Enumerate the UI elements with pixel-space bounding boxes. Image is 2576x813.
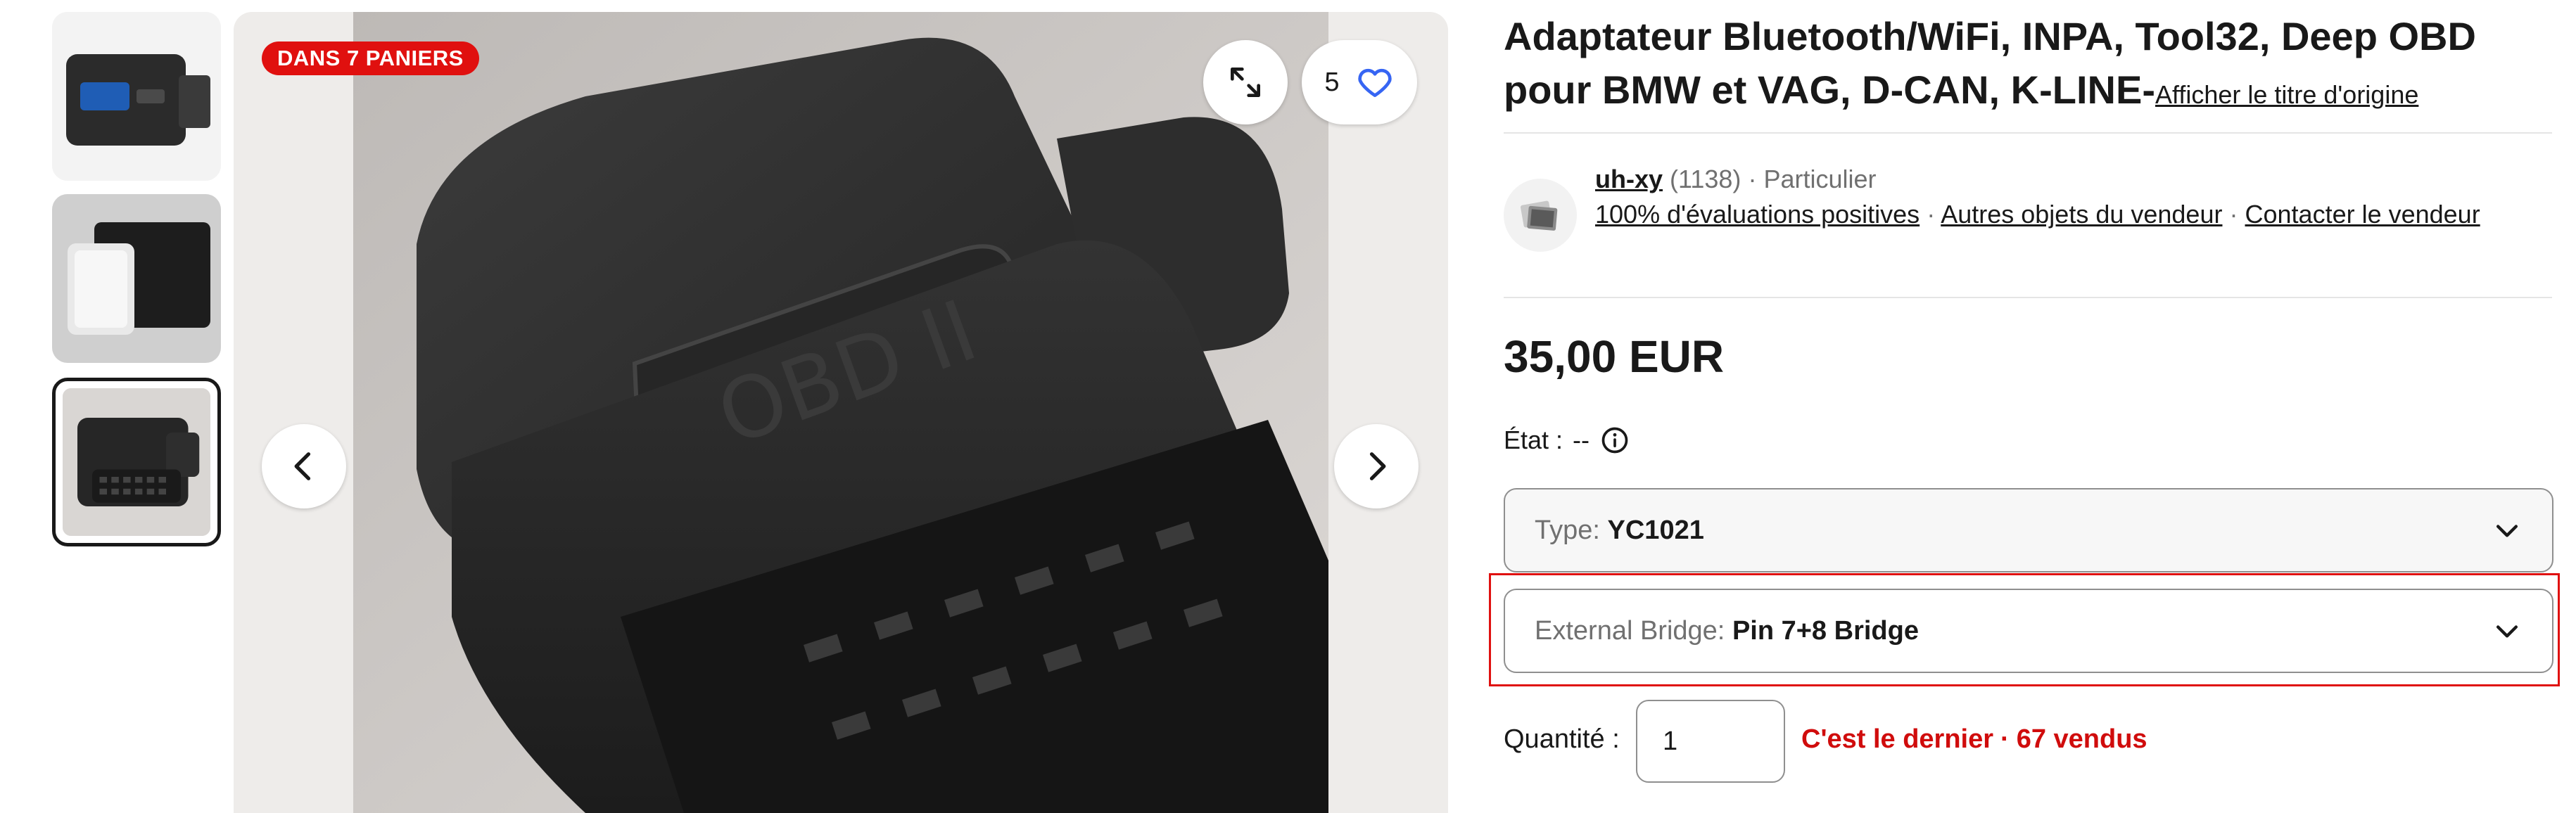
external-bridge-select-value: Pin 7+8 Bridge — [1732, 615, 1919, 646]
thumbnail-1[interactable] — [52, 12, 221, 181]
watch-button[interactable]: 5 — [1302, 40, 1417, 124]
other-items-link[interactable]: Autres objets du vendeur — [1941, 200, 2222, 229]
seller-feedback-count: (1138) — [1670, 165, 1741, 193]
previous-image-button[interactable] — [262, 424, 346, 508]
thumbnail-3-selected[interactable] — [52, 378, 221, 546]
chevron-left-icon — [294, 452, 311, 480]
show-original-title-link[interactable]: Afficher le titre d'origine — [2155, 80, 2418, 109]
separator: · — [2229, 200, 2238, 229]
expand-image-button[interactable] — [1203, 40, 1288, 124]
chevron-down-icon — [2496, 525, 2518, 537]
heart-icon — [1357, 68, 1392, 98]
seller-info: uh-xy (1138) · Particulier 100% d'évalua… — [1595, 162, 2531, 232]
thumbnail-1-image — [52, 12, 221, 181]
expand-icon — [1231, 68, 1260, 98]
separator: · — [2000, 724, 2010, 754]
divider — [1504, 297, 2552, 298]
last-item-text: C'est le dernier — [1801, 724, 1994, 754]
thumbnail-2[interactable] — [52, 194, 221, 363]
type-select[interactable]: Type: YC1021 — [1504, 488, 2553, 572]
main-product-image[interactable]: OBD II DANS 7 PANIERS 5 — [234, 12, 1448, 813]
info-icon[interactable] — [1599, 425, 1630, 456]
external-bridge-select-label: External Bridge: — [1535, 615, 1725, 646]
product-photo: OBD II — [353, 12, 1328, 813]
contact-seller-link[interactable]: Contacter le vendeur — [2245, 200, 2480, 229]
photo-placeholder-icon — [1520, 200, 1558, 231]
seller-type: Particulier — [1763, 165, 1877, 193]
product-title: Adaptateur Bluetooth/WiFi, INPA, Tool32,… — [1504, 10, 2559, 122]
thumbnail-3-image — [63, 388, 210, 536]
chevron-right-icon — [1369, 452, 1386, 480]
condition-label: État : — [1504, 425, 1563, 454]
positive-feedback-link[interactable]: 100% d'évaluations positives — [1595, 200, 1920, 229]
separator: · — [1927, 200, 1936, 229]
external-bridge-select[interactable]: External Bridge: Pin 7+8 Bridge — [1504, 589, 2553, 673]
divider — [1504, 132, 2552, 134]
in-carts-badge: DANS 7 PANIERS — [262, 41, 479, 75]
sold-count: 67 vendus — [2016, 724, 2147, 754]
next-image-button[interactable] — [1334, 424, 1419, 508]
condition-row: État : -- — [1504, 425, 1630, 456]
quantity-input[interactable]: 1 — [1636, 700, 1785, 783]
type-select-value: YC1021 — [1607, 515, 1704, 545]
thumbnail-2-image — [52, 194, 221, 363]
quantity-label: Quantité : — [1504, 724, 1620, 754]
type-select-label: Type: — [1535, 515, 1600, 545]
chevron-down-icon — [2496, 625, 2518, 638]
watch-count: 5 — [1324, 67, 1340, 97]
condition-value: -- — [1573, 425, 1590, 454]
price: 35,00 EUR — [1504, 331, 1725, 382]
seller-avatar[interactable] — [1504, 179, 1577, 252]
seller-name-link[interactable]: uh-xy — [1595, 165, 1663, 193]
separator: · — [1748, 165, 1757, 193]
quantity-status: C'est le dernier · 67 vendus — [1801, 724, 2147, 755]
